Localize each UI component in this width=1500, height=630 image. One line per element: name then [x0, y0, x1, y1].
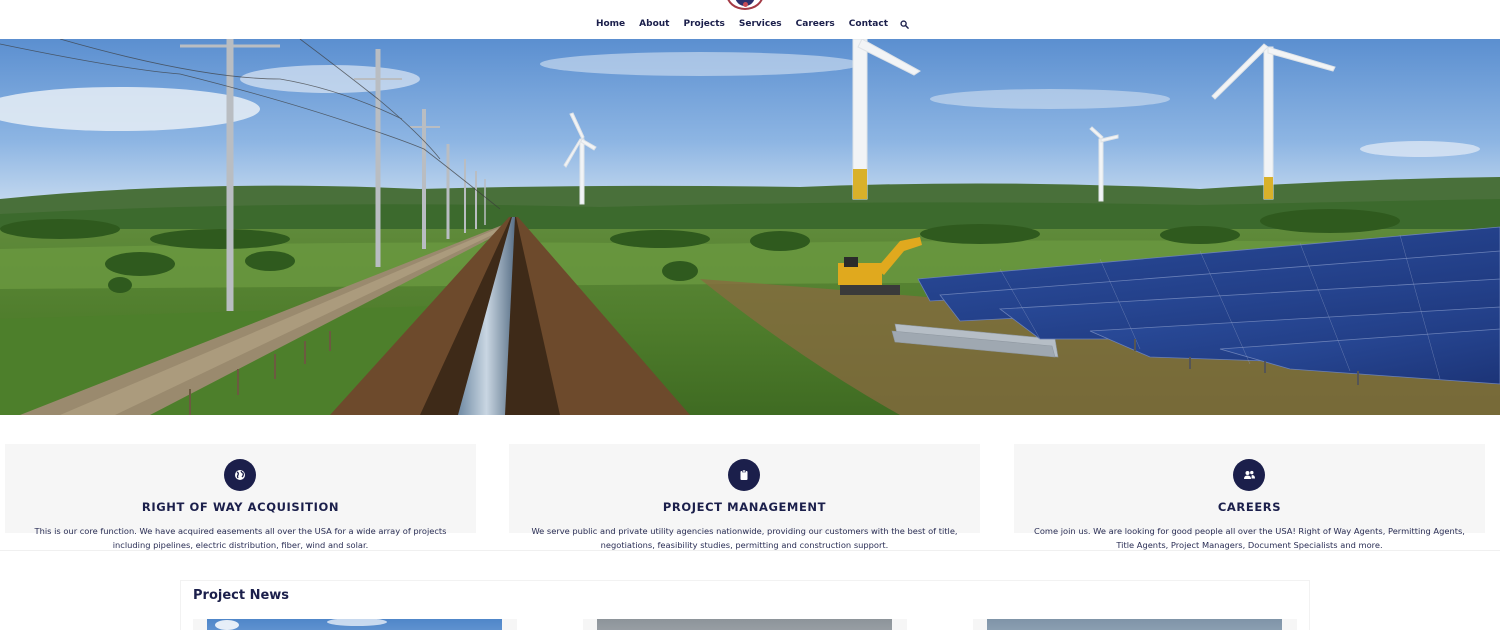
nav-home[interactable]: Home — [589, 18, 632, 30]
feature-description: Come join us. We are looking for good pe… — [1014, 524, 1485, 552]
clipboard-icon — [728, 459, 760, 491]
feature-description-line: Come join us. We are looking for good pe… — [1034, 526, 1465, 536]
news-card[interactable] — [973, 619, 1297, 630]
feature-description-line: Title Agents, Project Managers, Document… — [1116, 540, 1383, 550]
globe-icon — [224, 459, 256, 491]
feature-description-line: negotiations, feasibility studies, permi… — [600, 540, 889, 550]
search-icon[interactable] — [897, 18, 911, 30]
main-nav: Home About Projects Services Careers Con… — [0, 18, 1500, 30]
news-thumbnail[interactable] — [207, 618, 502, 630]
feature-description: This is our core function. We have acqui… — [5, 524, 476, 552]
news-thumbnail[interactable] — [597, 619, 892, 630]
feature-title: CAREERS — [1217, 500, 1282, 514]
feature-card-careers[interactable]: CAREERS Come join us. We are looking for… — [1014, 444, 1485, 550]
news-thumbnail[interactable] — [987, 619, 1282, 630]
feature-card-row-acquisition[interactable]: RIGHT OF WAY ACQUISITION This is our cor… — [5, 444, 476, 550]
feature-card-project-management[interactable]: PROJECT MANAGEMENT We serve public and p… — [509, 444, 980, 550]
company-logo[interactable] — [726, 0, 764, 10]
nav-services[interactable]: Services — [732, 18, 789, 30]
feature-description-line: including pipelines, electric distributi… — [112, 540, 369, 550]
nav-about[interactable]: About — [632, 18, 676, 30]
feature-title: PROJECT MANAGEMENT — [662, 500, 827, 514]
project-news-section: Project News — [180, 580, 1310, 630]
news-card[interactable] — [583, 619, 907, 630]
feature-description: We serve public and private utility agen… — [509, 524, 980, 552]
hero-image — [0, 39, 1500, 415]
nav-contact[interactable]: Contact — [842, 18, 895, 30]
users-icon — [1233, 459, 1265, 491]
feature-description-line: This is our core function. We have acqui… — [34, 526, 447, 536]
section-title: Project News — [193, 588, 290, 603]
feature-description-line: We serve public and private utility agen… — [531, 526, 958, 536]
nav-careers[interactable]: Careers — [789, 18, 842, 30]
feature-title: RIGHT OF WAY ACQUISITION — [141, 500, 340, 514]
features-section: RIGHT OF WAY ACQUISITION This is our cor… — [0, 415, 1500, 551]
news-card[interactable] — [193, 618, 517, 630]
site-header: Home About Projects Services Careers Con… — [0, 0, 1500, 39]
nav-projects[interactable]: Projects — [676, 18, 731, 30]
logo-star — [743, 2, 748, 7]
